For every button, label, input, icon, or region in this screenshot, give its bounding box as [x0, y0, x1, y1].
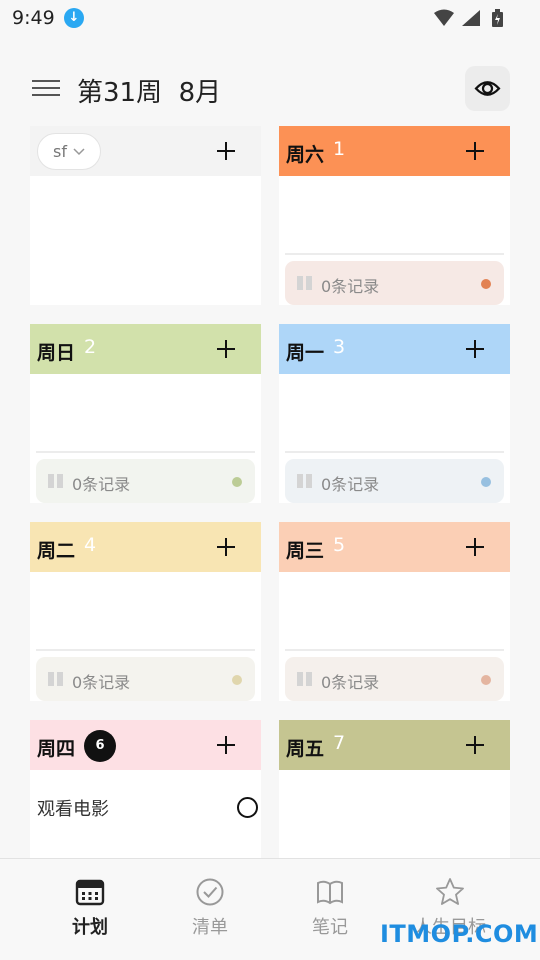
- records-icon: [48, 474, 64, 488]
- record-count: 0条记录: [72, 475, 131, 494]
- watermark: ITMOP.COM: [380, 920, 539, 948]
- day-label: 周三: [286, 540, 325, 562]
- today-badge: 6: [84, 730, 116, 762]
- day-label: 周二: [37, 540, 76, 562]
- day-card-header: 周日 2: [30, 324, 261, 374]
- records-icon: [48, 672, 64, 686]
- page-title: 第31周 8月: [77, 78, 222, 108]
- record-summary[interactable]: 0条记录: [285, 459, 504, 503]
- status-time: 9:49: [12, 7, 55, 29]
- eye-icon: [474, 81, 501, 96]
- book-icon: [317, 880, 343, 905]
- signal-icon: [462, 10, 480, 26]
- divider: [285, 451, 504, 453]
- day-card-saturday: 周六 1 0条记录: [279, 126, 510, 305]
- status-dot: [481, 675, 491, 685]
- divider: [36, 649, 255, 651]
- status-dot: [232, 675, 242, 685]
- nav-label: 计划: [72, 917, 108, 938]
- task-item[interactable]: 观看电影: [37, 795, 109, 821]
- download-icon: ↓: [64, 8, 84, 28]
- day-label: 周四: [37, 738, 76, 760]
- day-card-sunday: 周日 2 0条记录: [30, 324, 261, 503]
- add-icon[interactable]: [214, 139, 238, 163]
- status-dot: [481, 477, 491, 487]
- record-count: 0条记录: [72, 673, 131, 692]
- day-label: 周六: [286, 144, 325, 166]
- app-header: 第31周 8月: [0, 60, 540, 120]
- status-dot: [232, 477, 242, 487]
- day-card-tuesday: 周二 4 0条记录: [30, 522, 261, 701]
- day-card-wednesday: 周三 5 0条记录: [279, 522, 510, 701]
- wifi-icon: [434, 9, 454, 26]
- day-card-thursday: 周四 6 观看电影: [30, 720, 261, 858]
- status-dot: [481, 279, 491, 289]
- day-label: 周一: [286, 342, 325, 364]
- day-card-header: 周四 6: [30, 720, 261, 770]
- records-icon: [297, 672, 313, 686]
- status-bar: 9:49 ↓: [0, 0, 540, 36]
- add-icon[interactable]: [463, 535, 487, 559]
- record-count: 0条记录: [321, 277, 380, 296]
- add-icon[interactable]: [463, 733, 487, 757]
- nav-tab-plan[interactable]: 计划: [30, 859, 150, 960]
- record-count: 0条记录: [321, 475, 380, 494]
- day-card-friday: 周五 7: [279, 720, 510, 858]
- day-number: 3: [333, 336, 346, 358]
- sf-chip-label: sf: [53, 142, 67, 161]
- day-card-monday: 周一 3 0条记录: [279, 324, 510, 503]
- nav-tab-notes[interactable]: 笔记: [270, 859, 390, 960]
- sf-card-header: sf: [30, 126, 261, 176]
- record-summary[interactable]: 0条记录: [285, 261, 504, 305]
- nav-tab-list[interactable]: 清单: [150, 859, 270, 960]
- day-label: 周五: [286, 738, 325, 760]
- records-icon: [297, 276, 313, 290]
- calendar-icon: [75, 879, 105, 906]
- day-card-header: 周二 4: [30, 522, 261, 572]
- day-card-header: 周三 5: [279, 522, 510, 572]
- check-circle-icon: [196, 878, 224, 906]
- sf-card: sf: [30, 126, 261, 305]
- day-card-header: 周六 1: [279, 126, 510, 176]
- task-checkbox[interactable]: [237, 797, 258, 818]
- day-card-header: 周五 7: [279, 720, 510, 770]
- record-summary[interactable]: 0条记录: [36, 459, 255, 503]
- day-card-header: 周一 3: [279, 324, 510, 374]
- star-icon: [436, 878, 464, 905]
- add-icon[interactable]: [214, 337, 238, 361]
- battery-icon: [492, 9, 503, 27]
- divider: [285, 649, 504, 651]
- add-icon[interactable]: [463, 139, 487, 163]
- day-number: 5: [333, 534, 346, 556]
- add-icon[interactable]: [463, 337, 487, 361]
- visibility-toggle-button[interactable]: [465, 66, 510, 111]
- day-number: 4: [84, 534, 97, 556]
- day-number: 2: [84, 336, 97, 358]
- record-summary[interactable]: 0条记录: [36, 657, 255, 701]
- nav-label: 笔记: [312, 917, 348, 938]
- divider: [285, 253, 504, 255]
- record-summary[interactable]: 0条记录: [285, 657, 504, 701]
- records-icon: [297, 474, 313, 488]
- status-icons: [434, 9, 503, 27]
- day-label: 周日: [37, 342, 76, 364]
- add-icon[interactable]: [214, 535, 238, 559]
- nav-label: 清单: [192, 917, 228, 938]
- chevron-down-icon: [73, 148, 85, 156]
- add-icon[interactable]: [214, 733, 238, 757]
- day-number: 1: [333, 138, 346, 160]
- day-number: 7: [333, 732, 346, 754]
- menu-icon[interactable]: [32, 80, 60, 98]
- divider: [36, 451, 255, 453]
- sf-filter-chip[interactable]: sf: [37, 133, 101, 170]
- record-count: 0条记录: [321, 673, 380, 692]
